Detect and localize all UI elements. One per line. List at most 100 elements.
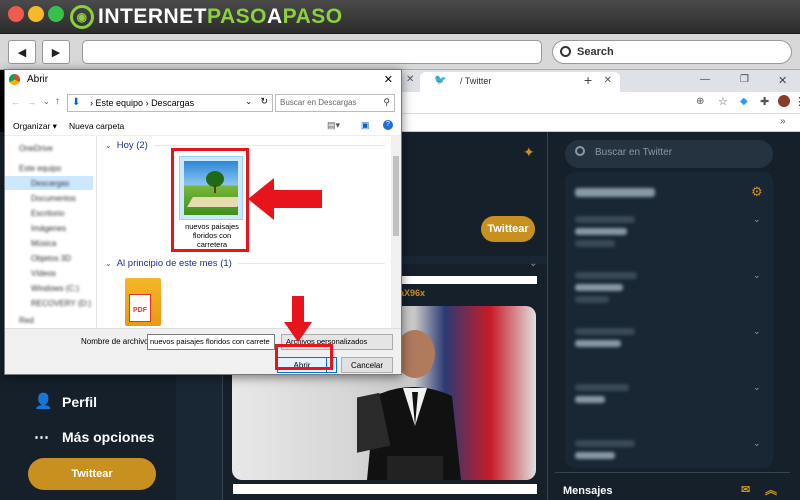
pdf-icon: PDF [129, 294, 151, 322]
tweet-text-line-2 [233, 484, 537, 494]
nav-pane-item[interactable]: OneDrive [19, 144, 53, 153]
twitter-bird-icon: 🐦 [434, 75, 447, 86]
help-icon[interactable]: ? [383, 120, 393, 130]
bookmark-overflow-icon[interactable]: » [780, 116, 786, 127]
dialog-nav-pane: OneDrive Este equipo Descargas Documento… [5, 136, 97, 328]
forward-arrow-icon[interactable]: → [27, 97, 36, 107]
side-tweet-button[interactable]: Twittear [28, 458, 156, 490]
chevron-down-icon[interactable]: ⌄ [753, 270, 761, 281]
window-minimize-icon[interactable]: — [700, 74, 710, 85]
feed-tweet-button[interactable]: Twittear [481, 216, 535, 242]
chevron-down-icon: ⌄ [105, 259, 112, 268]
recent-chevron-icon[interactable]: ⌄ [43, 97, 50, 106]
more-options-icon[interactable]: ⋯ [34, 428, 49, 446]
menu-dots-icon[interactable]: ⋮ [794, 95, 800, 108]
red-arrow-left-icon [248, 178, 322, 220]
blurred-trend-title [575, 188, 655, 197]
nav-pane-item[interactable]: Imágenes [31, 224, 66, 233]
forward-button[interactable]: ▶ [42, 40, 70, 64]
puzzle-extensions-icon[interactable]: ✚ [760, 95, 769, 108]
tab-close-icon[interactable]: ✕ [406, 74, 414, 85]
nav-pane-item[interactable]: Este equipo [19, 164, 61, 173]
pdf-folder-icon[interactable]: PDF [125, 278, 161, 326]
cancel-button[interactable]: Cancelar [341, 357, 393, 373]
dialog-search-field[interactable]: Buscar en Descargas ⚲ [275, 94, 395, 112]
back-arrow-icon[interactable]: ← [11, 97, 20, 107]
view-options-icon[interactable]: ▤▾ [327, 120, 340, 131]
blurred-trend [575, 440, 635, 447]
blurred-trend [575, 396, 605, 403]
nav-pane-item[interactable]: Descargas [31, 179, 69, 188]
organize-button[interactable]: Organizar ▾ [13, 121, 57, 132]
settings-gear-icon[interactable]: ⚙ [751, 184, 763, 200]
download-icon: ⬇ [72, 97, 81, 108]
blurred-trend [575, 340, 621, 347]
nav-pane-item[interactable]: Música [31, 239, 56, 248]
nav-mas-opciones[interactable]: Más opciones [62, 429, 155, 445]
new-folder-button[interactable]: Nueva carpeta [69, 121, 124, 131]
search-icon: ⚲ [383, 97, 390, 107]
maximize-dot-icon[interactable] [48, 6, 64, 22]
close-dot-icon[interactable] [8, 6, 24, 22]
group-month[interactable]: ⌄ Al principio de este mes (1) [105, 258, 385, 269]
chevron-down-icon[interactable]: ⌄ [753, 382, 761, 393]
site-header-bar: ◉ INTERNET PASO A PASO [0, 0, 800, 34]
nav-pane-item[interactable]: Windows (C:) [31, 284, 79, 293]
nav-pane-item[interactable]: Documentos [31, 194, 76, 203]
dialog-search-placeholder: Buscar en Descargas [280, 98, 357, 107]
path-segment[interactable]: Descargas [151, 98, 194, 108]
refresh-icon[interactable]: ↻ [260, 96, 268, 107]
highlight-file-box [171, 148, 249, 252]
minimize-dot-icon[interactable] [28, 6, 44, 22]
chevron-down-icon[interactable]: ⌄ [753, 214, 761, 225]
chevron-down-icon[interactable]: ⌄ [753, 326, 761, 337]
brand-text-4: PASO [282, 5, 343, 28]
nav-pane-item[interactable]: RECOVERY (D:) [31, 299, 91, 308]
path-segment[interactable]: Este equipo [96, 98, 144, 108]
profile-avatar-icon[interactable] [778, 95, 790, 107]
back-button[interactable]: ◀ [8, 40, 36, 64]
blurred-trend [575, 272, 637, 279]
up-arrow-icon[interactable]: ↑ [55, 96, 60, 107]
nav-pane-item[interactable]: Escritorio [31, 209, 64, 218]
zoom-icon[interactable]: ⊕ [696, 96, 704, 107]
messages-drawer[interactable]: Mensajes ✉ ︽ [555, 472, 790, 500]
blurred-trend [575, 328, 635, 335]
nav-pane-item[interactable]: Objetos 3D [31, 254, 71, 263]
group-divider [237, 263, 385, 264]
new-message-icon[interactable]: ✉ [741, 483, 750, 496]
tab-close-icon[interactable]: ✕ [604, 75, 612, 86]
chevron-down-icon[interactable]: ⌄ [529, 258, 537, 269]
scroll-thumb[interactable] [393, 156, 399, 236]
blurred-trend [575, 216, 635, 223]
dialog-path-bar[interactable]: ⬇ › Este equipo › Descargas ⌄ ↻ [67, 94, 273, 112]
nav-perfil[interactable]: Perfil [62, 394, 97, 410]
window-close-icon[interactable]: ✕ [778, 74, 787, 87]
expand-up-icon[interactable]: ︽ [765, 481, 777, 498]
outer-search-field[interactable]: Search [552, 40, 792, 64]
twitter-search-field[interactable]: Buscar en Twitter [565, 140, 773, 168]
url-field[interactable] [82, 40, 542, 64]
filename-label: Nombre de archivo: [81, 337, 151, 346]
filename-value: nuevos paisajes floridos con carrete [150, 337, 270, 346]
file-list-scrollbar[interactable] [391, 136, 401, 328]
nav-pane-item[interactable]: Vídeos [31, 269, 56, 278]
nav-pane-item[interactable]: Red [19, 316, 34, 325]
brand-text-2: PASO [207, 5, 267, 28]
dialog-close-icon[interactable]: ✕ [384, 73, 393, 86]
chevron-down-icon[interactable]: ⌄ [753, 438, 761, 449]
dialog-titlebar: Abrir ✕ [5, 70, 401, 92]
sparkle-icon[interactable]: ✦ [523, 144, 535, 161]
preview-pane-icon[interactable]: ▣ [361, 120, 370, 131]
path-dropdown-icon[interactable]: ⌄ [245, 97, 252, 106]
outer-nav-bar: ◀ ▶ Search [0, 34, 800, 70]
filename-input[interactable]: nuevos paisajes floridos con carrete [147, 334, 275, 350]
new-tab-button[interactable]: + [584, 72, 592, 88]
left-profile-icon[interactable]: 👤 [34, 392, 53, 410]
blurred-trend [575, 296, 609, 303]
search-icon [575, 146, 585, 156]
bookmark-star-icon[interactable]: ☆ [718, 95, 728, 108]
tweet-link-fragment[interactable]: aX96x [399, 288, 425, 298]
window-restore-icon[interactable]: ❐ [740, 74, 749, 85]
extension-icon[interactable]: ◆ [740, 96, 748, 107]
